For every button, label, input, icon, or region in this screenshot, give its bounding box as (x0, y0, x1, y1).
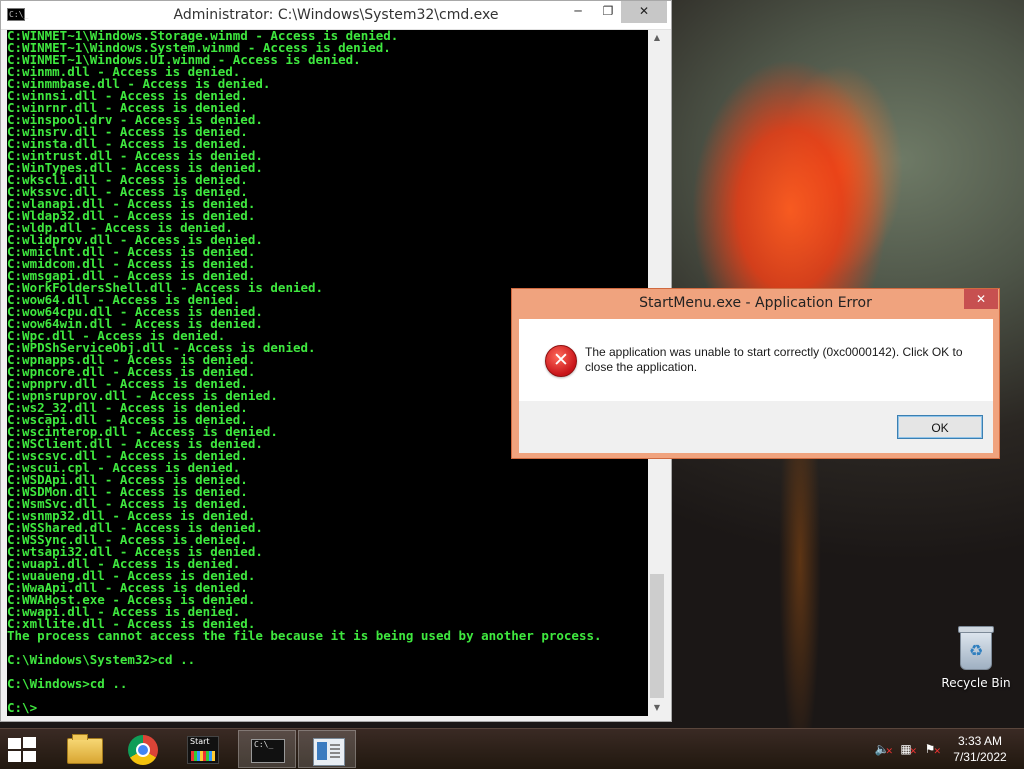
minimize-button[interactable]: ─ (563, 1, 593, 23)
error-dialog[interactable]: StartMenu.exe - Application Error ✕ ✕ Th… (511, 288, 1000, 459)
dialog-title: StartMenu.exe - Application Error (639, 295, 872, 311)
taskbar-chrome[interactable] (114, 730, 172, 768)
console-line: C:\Windows>cd .. (7, 676, 128, 691)
taskbar-cmd[interactable]: C:\_ (238, 730, 296, 768)
chrome-icon (128, 735, 158, 765)
network-icon[interactable]: ▦ ✕ (898, 742, 917, 757)
start-app-icon: Start (187, 736, 219, 764)
maximize-button[interactable]: ❐ (593, 1, 623, 23)
dialog-close-button[interactable]: ✕ (964, 289, 998, 309)
taskbar-clock[interactable]: 3:33 AM 7/31/2022 (948, 733, 1012, 765)
dialog-content: ✕ The application was unable to start co… (519, 319, 993, 453)
taskbar-app-window[interactable] (298, 730, 356, 768)
recycle-bin[interactable]: Recycle Bin (940, 626, 1012, 690)
console-line: The process cannot access the file becau… (7, 628, 602, 643)
clock-date: 7/31/2022 (953, 750, 1007, 764)
console-line: C:\Windows\System32>cd .. (7, 652, 196, 667)
ok-button[interactable]: OK (897, 415, 983, 439)
clock-time: 3:33 AM (957, 734, 1003, 748)
taskbar-file-explorer[interactable] (55, 730, 113, 768)
dialog-message: The application was unable to start corr… (585, 345, 963, 374)
windows-start-icon[interactable] (8, 737, 38, 763)
start-app-label: Start (190, 737, 210, 746)
volume-muted-icon[interactable]: 🔈 ✕ (874, 742, 893, 757)
close-button[interactable]: ✕ (621, 1, 667, 23)
scroll-down-icon[interactable]: ▼ (648, 700, 666, 716)
recycle-bin-icon[interactable] (958, 626, 994, 670)
taskbar: Start C:\_ 🔈 ✕ ▦ ✕ ⚑ ✕ 3:33 AM 7/31/2022 (0, 728, 1024, 769)
action-center-flag-icon[interactable]: ⚑ ✕ (922, 742, 941, 757)
taskbar-start-app[interactable]: Start (173, 730, 231, 768)
cmd-icon: C:\_ (251, 739, 285, 763)
app-window-icon (313, 738, 345, 766)
scroll-up-icon[interactable]: ▲ (648, 30, 666, 46)
console-line: C:\> (7, 700, 38, 715)
recycle-bin-label: Recycle Bin (941, 676, 1011, 690)
folder-icon (67, 734, 103, 764)
cmd-titlebar[interactable]: C:\_ Administrator: C:\Windows\System32\… (1, 1, 671, 30)
dialog-message-area: ✕ The application was unable to start co… (519, 319, 993, 401)
dialog-footer: OK (519, 401, 993, 453)
error-icon: ✕ (545, 345, 577, 377)
scroll-thumb[interactable] (650, 574, 664, 698)
